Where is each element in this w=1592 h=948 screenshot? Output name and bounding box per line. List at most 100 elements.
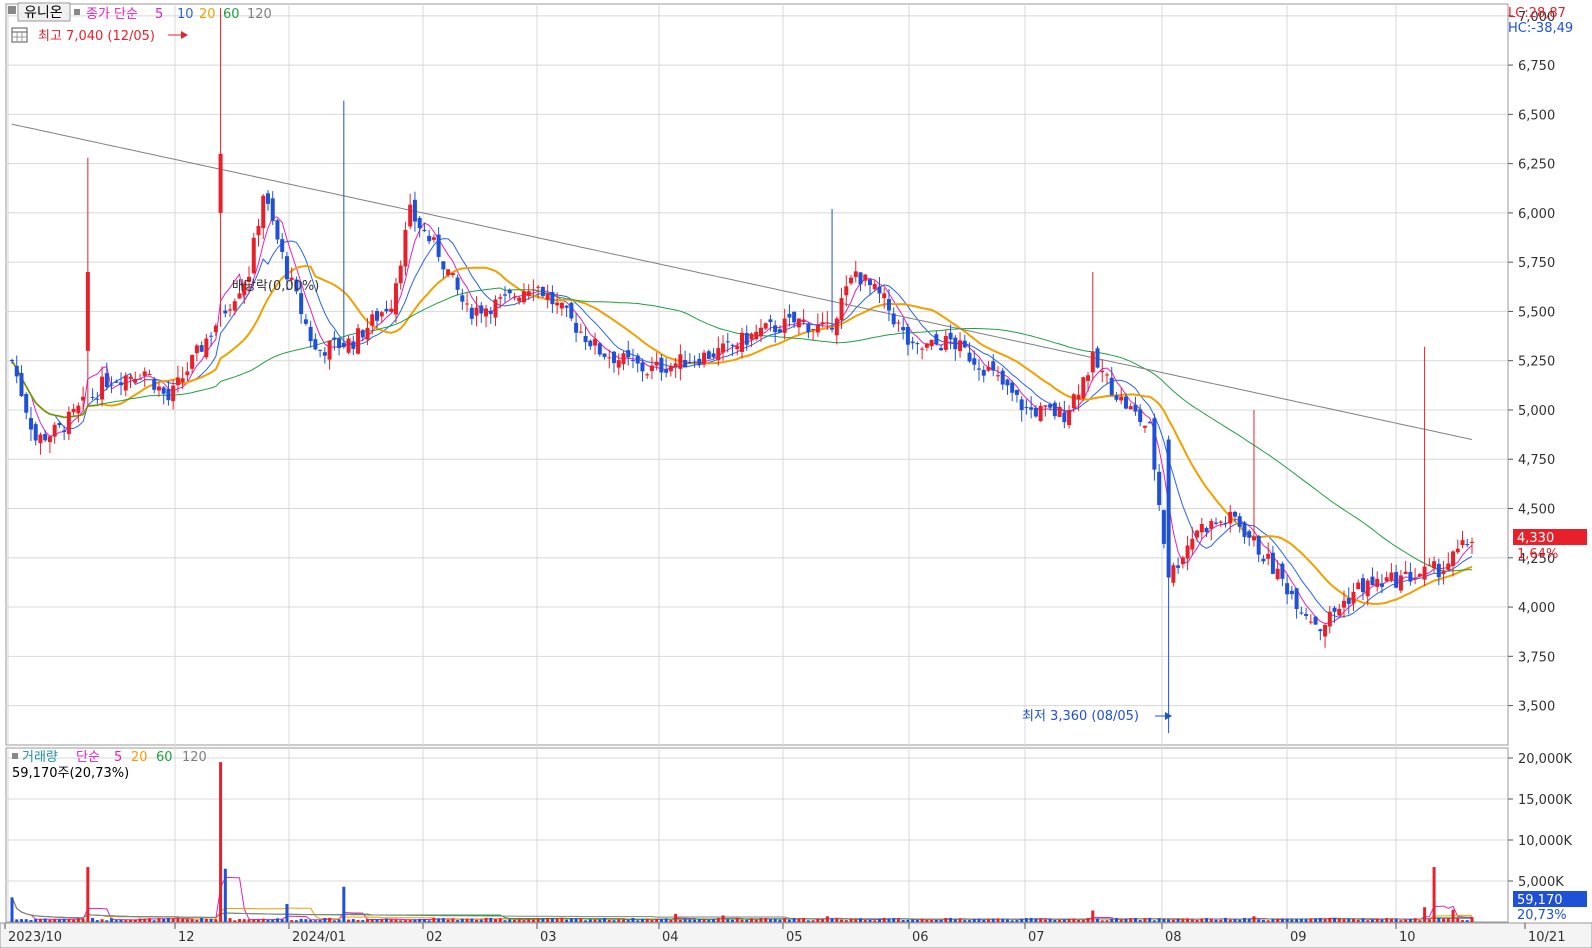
candle-body xyxy=(796,318,801,328)
candle-body xyxy=(1413,577,1418,579)
stock-chart[interactable]: 7,0006,7506,5006,2506,0005,7505,5005,250… xyxy=(0,0,1592,948)
candle-body xyxy=(147,374,152,376)
candle-body xyxy=(1451,551,1456,566)
volume-bar xyxy=(57,919,61,922)
volume-bar xyxy=(1224,917,1228,922)
candle-body xyxy=(431,237,436,240)
candle-body xyxy=(337,338,342,349)
volume-bar xyxy=(460,918,464,922)
candle-body xyxy=(119,382,124,386)
volume-bar xyxy=(1261,920,1265,922)
candle-body xyxy=(934,334,939,345)
volume-legend-ma5: 5 xyxy=(114,750,122,765)
volume-bar xyxy=(475,919,479,922)
candle-body xyxy=(939,347,944,351)
volume-bar xyxy=(1413,918,1417,922)
volume-bar xyxy=(1380,919,1384,922)
volume-bar xyxy=(579,918,583,922)
candle-body xyxy=(673,363,678,367)
volume-bar xyxy=(612,920,616,922)
candle-body xyxy=(687,362,692,364)
candle-body xyxy=(1332,607,1337,612)
volume-bar xyxy=(1129,918,1133,922)
candle-body xyxy=(1147,422,1152,424)
candle-body xyxy=(763,323,768,329)
volume-bar xyxy=(24,919,28,922)
volume-bar xyxy=(1195,919,1199,922)
candle-body xyxy=(853,271,858,277)
volume-panel-border xyxy=(5,747,1509,923)
volume-bar xyxy=(920,918,924,922)
volume-bar xyxy=(593,919,597,922)
candle-body xyxy=(735,346,740,350)
date-tick-label: 05 xyxy=(786,930,803,945)
candle-body xyxy=(237,293,242,299)
candle-body xyxy=(569,302,574,319)
calendar-icon[interactable] xyxy=(11,27,28,43)
volume-ma-label: 단순 xyxy=(76,750,100,765)
candle-body xyxy=(10,359,14,361)
candle-body xyxy=(1010,382,1015,393)
volume-bar xyxy=(399,920,403,922)
candle-body xyxy=(1076,394,1081,400)
volume-bar xyxy=(356,920,360,922)
date-tick-label: 06 xyxy=(912,930,929,945)
candle-body xyxy=(199,345,204,352)
candle-body xyxy=(1427,564,1432,566)
candle-body xyxy=(1067,410,1072,426)
volume-bar xyxy=(1333,917,1337,922)
legend-box-icon xyxy=(8,6,16,14)
date-tick-label: 08 xyxy=(1165,930,1182,945)
candle-body xyxy=(232,301,237,311)
volume-bar xyxy=(1465,920,1469,922)
candle-body xyxy=(555,302,560,306)
candle-body xyxy=(692,361,697,363)
candle-body xyxy=(1403,571,1408,574)
candle-body xyxy=(607,357,612,359)
candle-body xyxy=(801,320,806,323)
candle-body xyxy=(161,387,166,394)
price-tick-label: 5,000 xyxy=(1518,404,1555,419)
candle-body xyxy=(1033,407,1038,417)
candle-body xyxy=(526,291,531,297)
volume-bar xyxy=(1110,918,1114,922)
candle-body xyxy=(1062,412,1067,423)
volume-bar xyxy=(707,919,711,922)
volume-bar xyxy=(432,918,436,922)
volume-bar xyxy=(716,917,720,922)
volume-bar xyxy=(1242,917,1246,922)
volume-bar xyxy=(418,918,422,922)
volume-bar xyxy=(494,918,498,922)
candle-body xyxy=(284,256,289,280)
candle-body xyxy=(299,293,304,315)
price-tick-label: 4,750 xyxy=(1518,453,1555,468)
volume-bar xyxy=(190,919,194,922)
volume-bar xyxy=(29,920,33,922)
candle-body xyxy=(1432,561,1437,569)
volume-bar xyxy=(816,918,820,922)
candle-body xyxy=(948,332,953,340)
candle-body xyxy=(1019,399,1024,411)
candle-body xyxy=(1180,557,1185,565)
candle-body xyxy=(924,343,929,348)
volume-bar xyxy=(512,919,516,922)
candle-body xyxy=(1214,522,1219,524)
candle-body xyxy=(209,335,214,337)
volume-bar xyxy=(968,920,972,922)
candle-body xyxy=(958,340,963,352)
candle-body xyxy=(370,314,375,326)
candle-body xyxy=(986,366,991,371)
legend-dot-icon xyxy=(74,9,80,15)
price-tick-label: 5,500 xyxy=(1518,305,1555,320)
volume-bar xyxy=(1446,918,1450,922)
candle-body xyxy=(398,265,403,284)
candle-body xyxy=(626,350,631,358)
candle-body xyxy=(100,376,105,400)
candle-body xyxy=(815,324,820,333)
candle-body xyxy=(1346,598,1351,604)
date-tick-label: 09 xyxy=(1290,930,1307,945)
candle-body xyxy=(1356,582,1361,590)
volume-bar xyxy=(996,918,1000,922)
candle-body xyxy=(1105,374,1109,376)
candle-body xyxy=(1133,404,1138,412)
